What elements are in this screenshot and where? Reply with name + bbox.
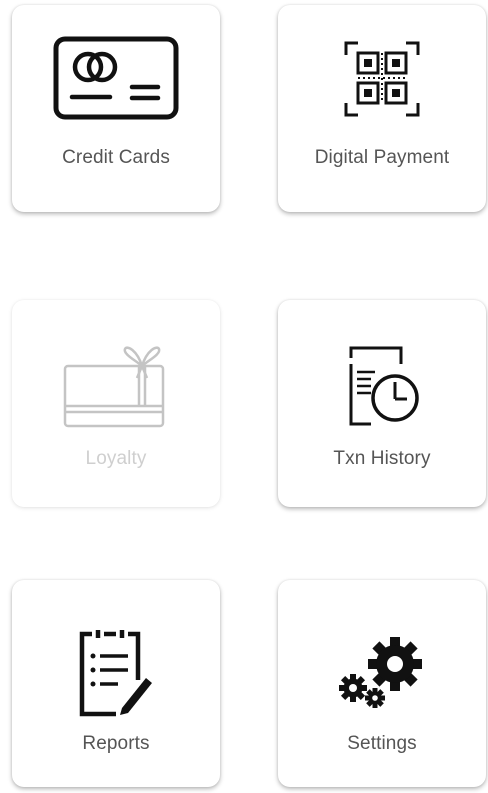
- qr-code-icon: [344, 41, 420, 117]
- gears-icon: [339, 637, 422, 708]
- tile-label: Reports: [82, 733, 150, 754]
- tile-settings[interactable]: Settings: [278, 580, 486, 787]
- credit-card-icon: [53, 36, 179, 120]
- tile-label: Settings: [347, 733, 417, 754]
- tile-loyalty: Loyalty: [12, 300, 220, 507]
- tile-txn-history[interactable]: Txn History: [278, 300, 486, 507]
- clipboard-report-icon: [79, 630, 152, 717]
- tile-digital-payment[interactable]: Digital Payment: [278, 5, 486, 212]
- gift-card-icon: [63, 346, 165, 428]
- tile-label: Txn History: [333, 448, 431, 469]
- transaction-history-icon: [349, 346, 419, 426]
- tile-label: Credit Cards: [62, 147, 170, 168]
- tile-credit-cards[interactable]: Credit Cards: [12, 5, 220, 212]
- tile-label: Digital Payment: [314, 147, 450, 168]
- tile-label: Loyalty: [85, 448, 147, 469]
- tile-reports[interactable]: Reports: [12, 580, 220, 787]
